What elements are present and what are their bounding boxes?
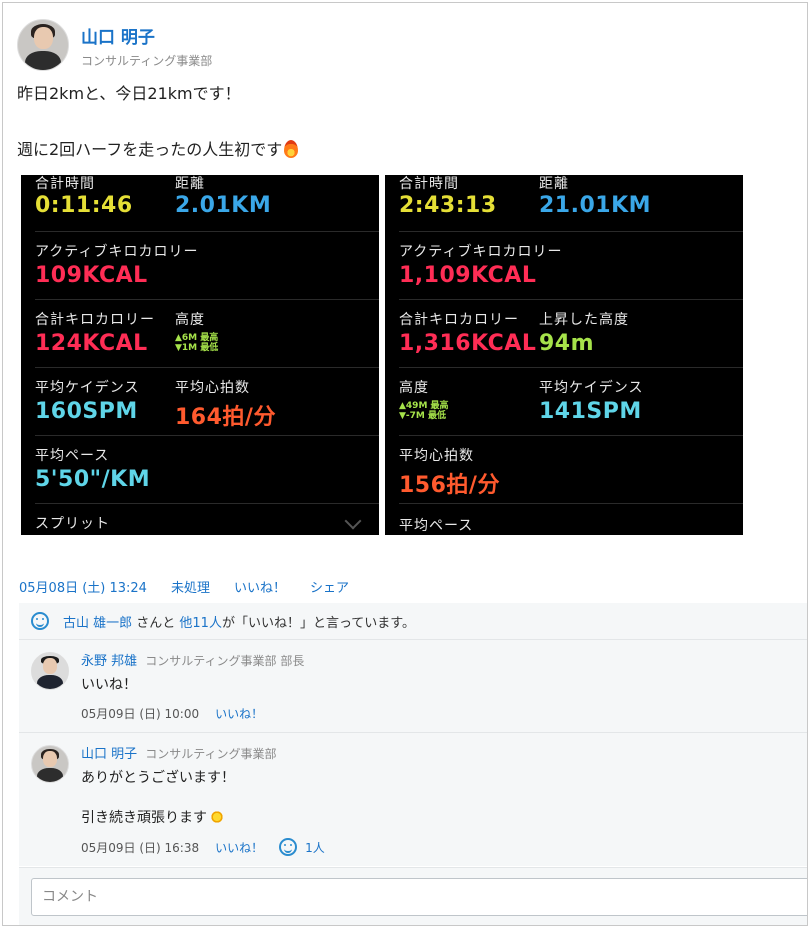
post-meta: 05月08日 (土) 13:24 未処理 いいね！ シェア	[19, 577, 349, 596]
commenter-name[interactable]: 永野 邦雄	[81, 654, 137, 669]
heart-rate-value: 156拍/分	[399, 473, 500, 498]
elevation-high: ▲6M 最高	[175, 333, 219, 343]
comment-text: ありがとうございます！	[81, 770, 235, 786]
elevation-label: 高度	[399, 380, 429, 396]
cadence-value: 160SPM	[35, 399, 138, 424]
commenter-dept: コンサルティング事業部 部長	[145, 654, 305, 668]
active-kcal-label: アクティブキロカロリー	[399, 244, 563, 260]
post-line: 昨日2kmと、今日21kmです！	[17, 84, 241, 103]
fire-icon	[284, 140, 299, 158]
author-name[interactable]: 山口 明子	[81, 23, 212, 48]
post-images: 合計時間 0:11:46 距離 2.01KM アクティブキロカロリー 109KC…	[21, 175, 743, 535]
post-line: 週に2回ハーフを走ったの人生初です	[17, 137, 299, 163]
total-time-label: 合計時間	[399, 176, 459, 192]
distance-label: 距離	[175, 176, 205, 192]
commenter-name[interactable]: 山口 明子	[81, 747, 137, 762]
author-block: 山口 明子 コンサルティング事業部	[81, 19, 212, 69]
sparkle-icon	[209, 809, 225, 825]
distance-value: 21.01KM	[539, 193, 652, 218]
total-kcal-value: 1,316KCAL	[399, 331, 537, 356]
elevation-label: 高度	[175, 312, 205, 328]
status-link[interactable]: 未処理	[171, 577, 210, 596]
cadence-value: 141SPM	[539, 399, 642, 424]
pace-value: 5'50"/KM	[35, 467, 151, 492]
workout-image-1[interactable]: 合計時間 0:11:46 距離 2.01KM アクティブキロカロリー 109KC…	[21, 175, 379, 535]
total-kcal-value: 124KCAL	[35, 331, 148, 356]
comment-input[interactable]	[31, 878, 807, 916]
likes-summary: 古山 雄一郎 さんと 他11人 が「いいね！」と言っています。	[19, 603, 807, 639]
comment-like-button[interactable]: いいね！	[215, 705, 263, 722]
post-header: 山口 明子 コンサルティング事業部	[17, 19, 212, 75]
elevation-low: ▼-7M 最低	[399, 411, 447, 421]
distance-value: 2.01KM	[175, 193, 272, 218]
other-likers-link[interactable]: 他11人	[179, 612, 222, 631]
elevation-gain-value: 94m	[539, 331, 595, 356]
active-kcal-value: 1,109KCAL	[399, 263, 537, 288]
cadence-label: 平均ケイデンス	[539, 380, 644, 396]
commenter-avatar[interactable]	[31, 745, 69, 783]
commenter-avatar[interactable]	[31, 652, 69, 690]
post-body: 昨日2kmと、今日21kmです！ 週に2回ハーフを走ったの人生初です	[17, 81, 299, 163]
heart-rate-label: 平均心拍数	[175, 380, 250, 396]
share-button[interactable]: シェア	[310, 577, 349, 596]
total-kcal-label: 合計キロカロリー	[35, 312, 155, 328]
total-time-label: 合計時間	[35, 176, 95, 192]
post-date[interactable]: 05月08日 (土) 13:24	[19, 577, 147, 596]
smile-icon	[31, 612, 49, 630]
comment-date: 05月09日 (日) 10:00	[81, 707, 200, 721]
comment-text: 引き続き頑張ります	[81, 808, 807, 828]
like-button[interactable]: いいね！	[234, 577, 286, 596]
heart-rate-label: 平均心拍数	[399, 448, 474, 464]
likes-tail: が「いいね！」と言っています。	[221, 615, 416, 631]
distance-label: 距離	[539, 176, 569, 192]
total-kcal-label: 合計キロカロリー	[399, 312, 519, 328]
likes-connector: さんと	[132, 615, 180, 631]
author-dept: コンサルティング事業部	[81, 54, 213, 68]
total-time-value: 2:43:13	[399, 193, 497, 218]
cadence-label: 平均ケイデンス	[35, 380, 140, 396]
chevron-down-icon	[344, 512, 362, 530]
author-avatar[interactable]	[17, 19, 69, 71]
smile-icon	[279, 838, 298, 856]
elevation-low: ▼1M 最低	[175, 343, 219, 353]
active-kcal-value: 109KCAL	[35, 263, 148, 288]
comment-text: いいね！	[81, 677, 137, 693]
liker-name[interactable]: 古山 雄一郎	[63, 612, 132, 631]
active-kcal-label: アクティブキロカロリー	[35, 244, 199, 260]
comment-item: 永野 邦雄 コンサルティング事業部 部長 いいね！ 05月09日 (日) 10:…	[19, 639, 807, 732]
pace-label: 平均ペース	[399, 518, 474, 534]
split-label: スプリット	[35, 516, 110, 532]
elevation-high: ▲49M 最高	[399, 401, 449, 411]
heart-rate-value: 164拍/分	[175, 405, 276, 430]
commenter-dept: コンサルティング事業部	[145, 747, 277, 761]
workout-image-2[interactable]: 合計時間 2:43:13 距離 21.01KM アクティブキロカロリー 1,10…	[385, 175, 743, 535]
comment-composer	[19, 867, 807, 925]
comment-like-button[interactable]: いいね！	[215, 839, 263, 856]
pace-label: 平均ペース	[35, 448, 110, 464]
comment-date: 05月09日 (日) 16:38	[81, 840, 200, 855]
elevation-gain-label: 上昇した高度	[539, 312, 629, 328]
comment-list: 永野 邦雄 コンサルティング事業部 部長 いいね！ 05月09日 (日) 10:…	[19, 639, 807, 866]
comment-like-count[interactable]: 1人	[305, 839, 325, 856]
total-time-value: 0:11:46	[35, 193, 133, 218]
comment-item: 山口 明子 コンサルティング事業部 ありがとうございます！ 引き続き頑張ります …	[19, 732, 807, 866]
post-card: 山口 明子 コンサルティング事業部 昨日2kmと、今日21kmです！ 週に2回ハ…	[2, 2, 808, 926]
